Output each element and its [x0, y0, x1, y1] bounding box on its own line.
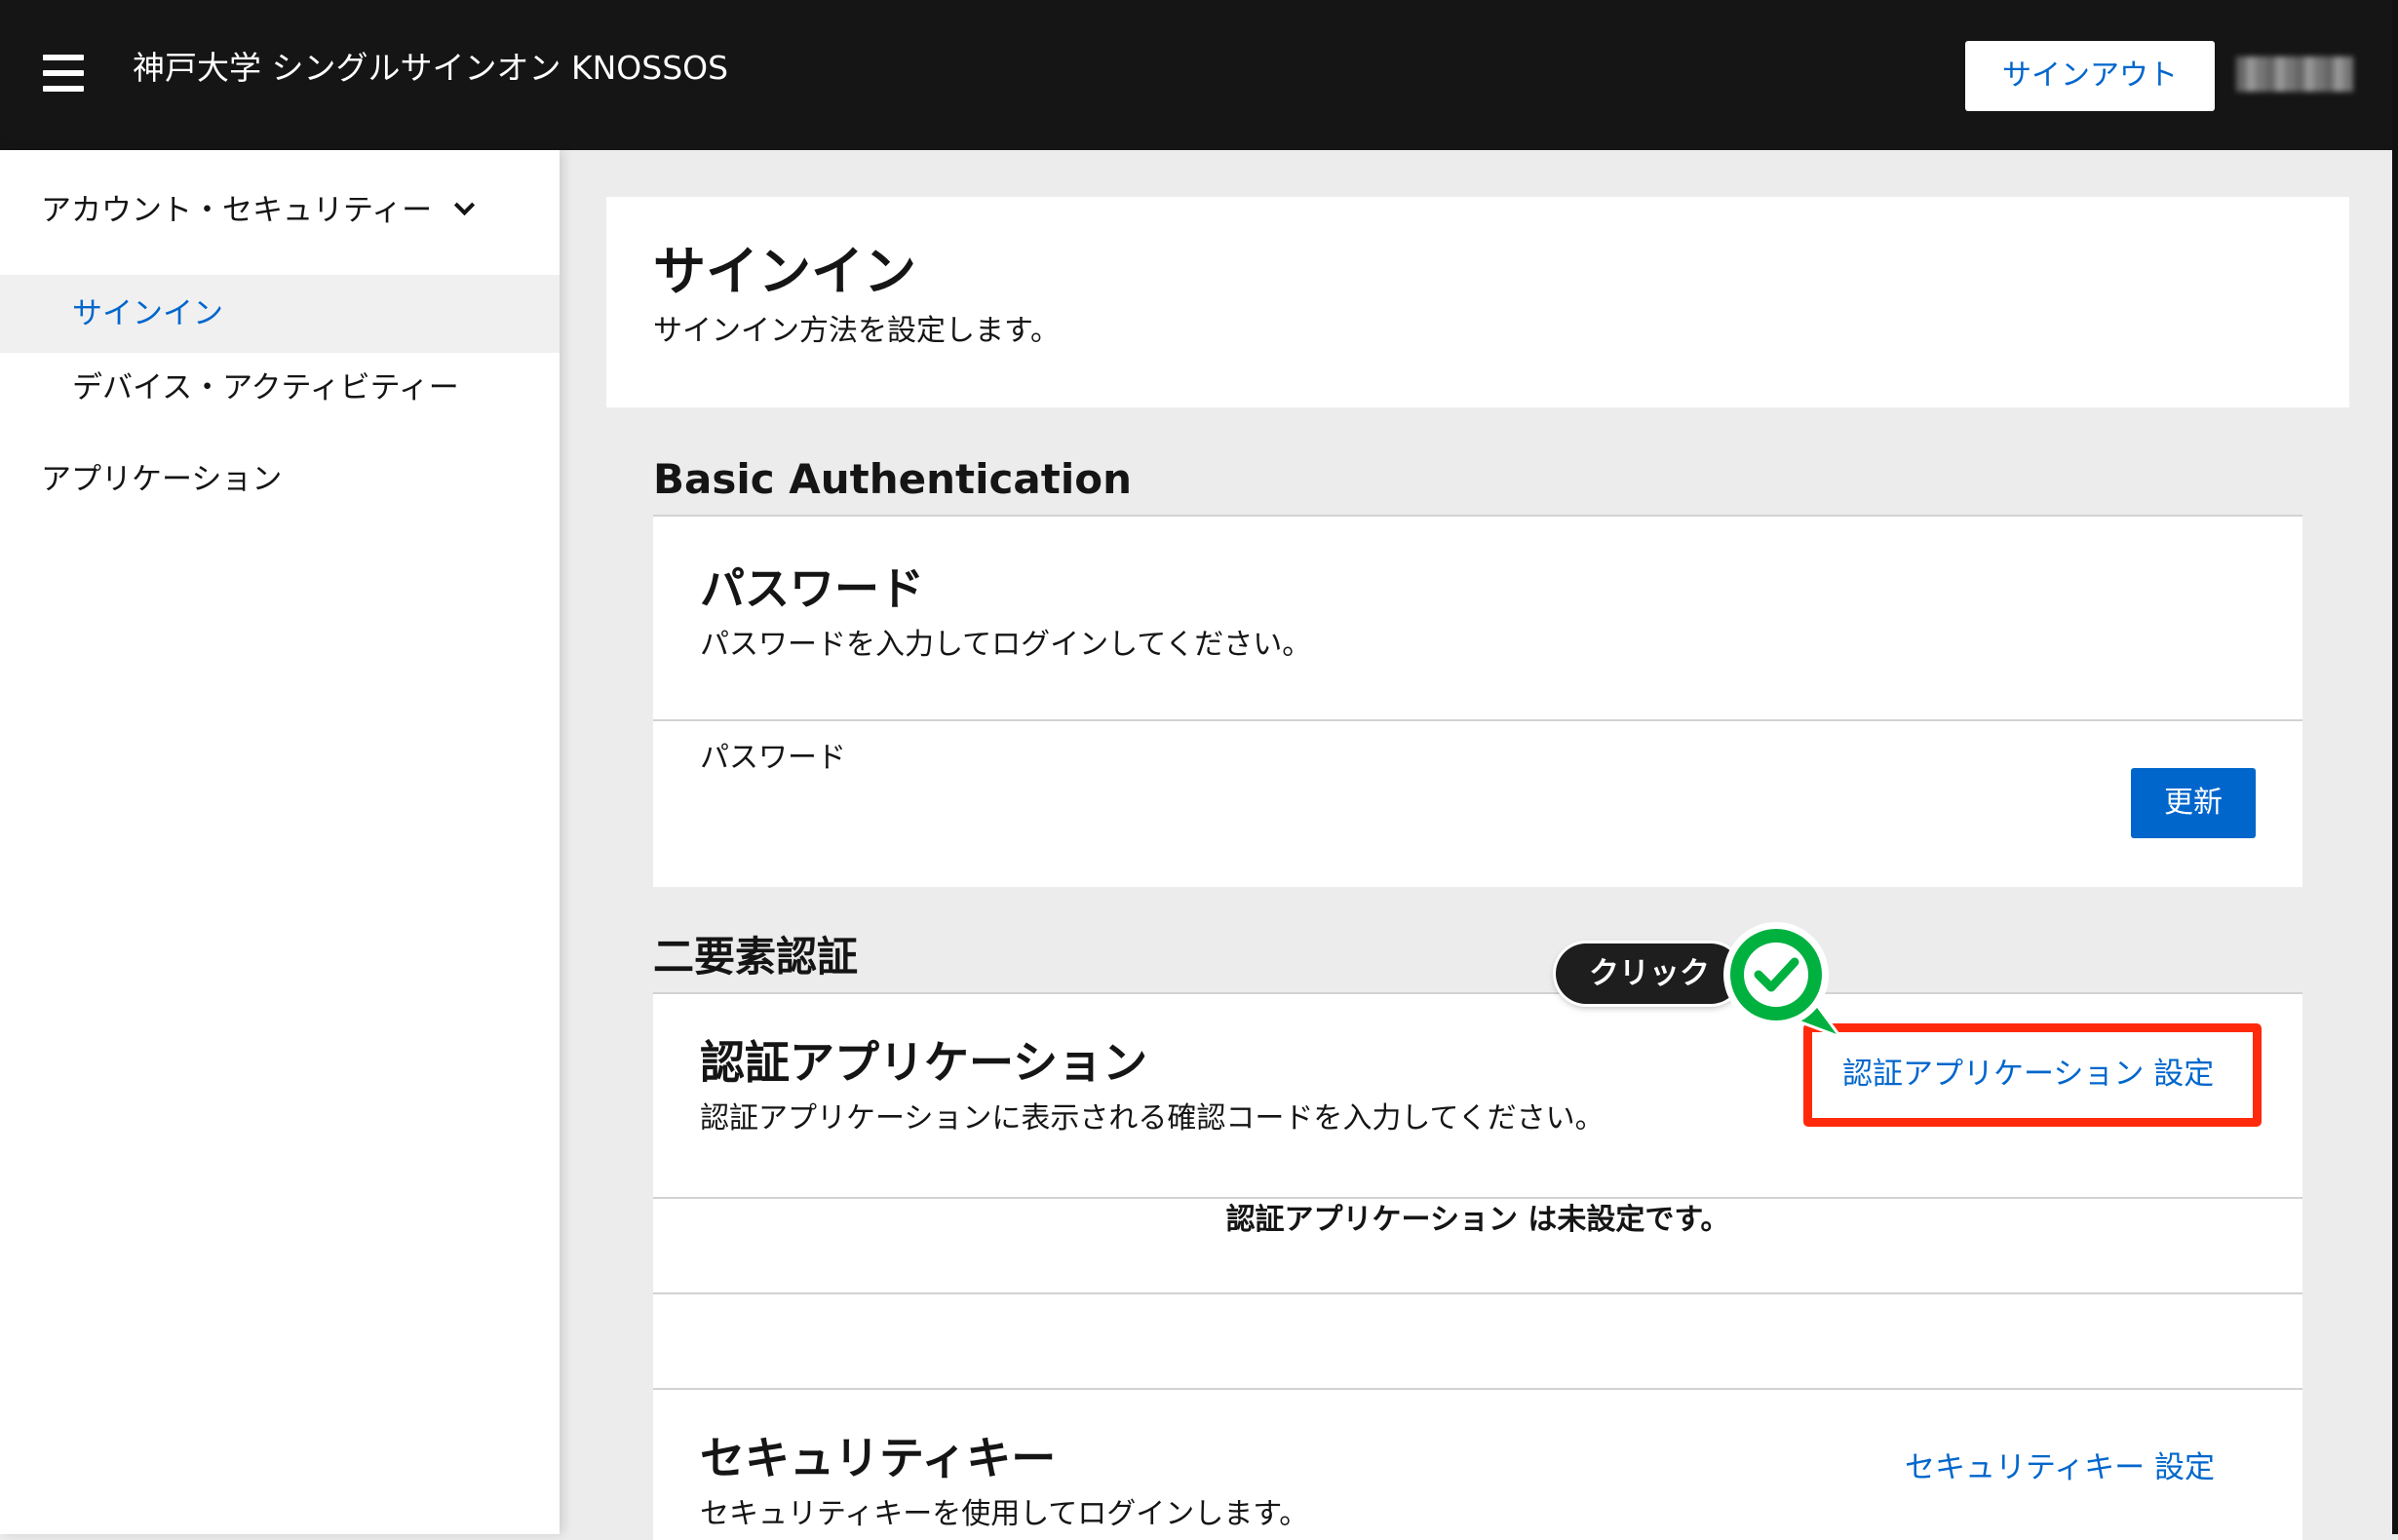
password-card: パスワード パスワードを入力してログインしてください。 パスワード 更新	[653, 515, 2302, 887]
signout-button[interactable]: サインアウト	[1965, 41, 2215, 111]
otp-status-text: 認証アプリケーション は未設定です。	[1225, 1203, 1730, 1237]
top-header: 神戸大学 シングルサインオン KNOSSOS サインアウト	[0, 0, 2398, 150]
password-row-label: パスワード	[700, 741, 846, 775]
card-divider	[653, 1388, 2302, 1390]
app-title: 神戸大学 シングルサインオン KNOSSOS	[133, 49, 729, 87]
security-key-setup-link[interactable]: セキュリティキー 設定	[1905, 1446, 2215, 1489]
highlight-box	[1803, 1023, 2262, 1127]
page-header-card: サインイン サインイン方法を設定します。	[606, 197, 2349, 407]
nav-group-account-security[interactable]: アカウント・セキュリティー	[41, 189, 476, 232]
check-marker-icon	[1723, 922, 1842, 1040]
page-title: サインイン	[653, 241, 916, 302]
page-subtitle: サインイン方法を設定します。	[653, 314, 1060, 348]
password-row: パスワード 更新	[653, 721, 2302, 887]
sidebar-item-signin[interactable]: サインイン	[0, 275, 560, 353]
sidebar-item-label: サインイン	[72, 296, 223, 331]
card-desc-otp: 認証アプリケーションに表示される確認コードを入力してください。	[700, 1101, 1605, 1136]
card-title-otp: 認証アプリケーション	[700, 1036, 1148, 1089]
sidebar-nav: アカウント・セキュリティー サインイン デバイス・アクティビティー アプリケーシ…	[0, 150, 560, 1534]
sidebar-item-device-activity[interactable]: デバイス・アクティビティー	[72, 366, 459, 409]
sidebar-item-applications[interactable]: アプリケーション	[41, 458, 282, 501]
card-desc-security-key: セキュリティキーを使用してログインします。	[700, 1497, 1309, 1531]
section-title-basic-auth: Basic Authentication	[653, 455, 1132, 503]
card-desc-password: パスワードを入力してログインしてください。	[700, 628, 1312, 662]
hamburger-menu-icon[interactable]	[43, 55, 84, 92]
window-edge	[2392, 0, 2398, 1534]
click-callout: クリック	[1556, 943, 1741, 1004]
user-name-redacted	[2236, 57, 2353, 92]
card-title-password: パスワード	[700, 562, 924, 615]
nav-group-label: アカウント・セキュリティー	[41, 193, 433, 228]
card-divider	[653, 1292, 2302, 1294]
update-password-button[interactable]: 更新	[2131, 768, 2256, 838]
chevron-down-icon	[454, 194, 476, 216]
section-title-two-factor: 二要素認証	[653, 933, 859, 981]
card-title-security-key: セキュリティキー	[700, 1432, 1057, 1484]
